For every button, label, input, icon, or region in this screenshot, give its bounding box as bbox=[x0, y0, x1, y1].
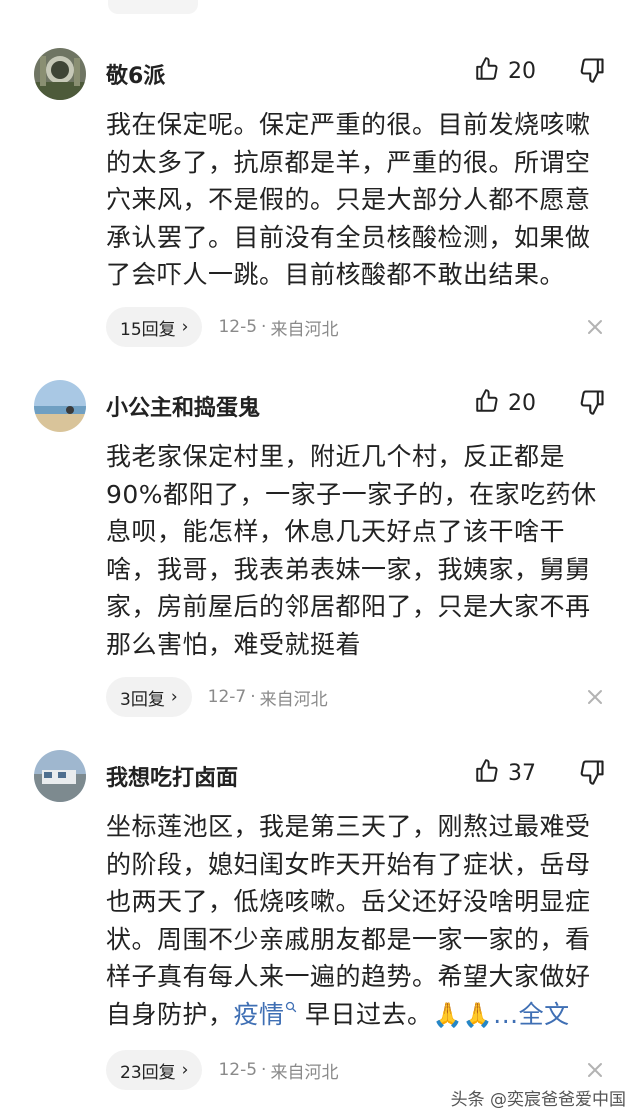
like-button[interactable]: 37 bbox=[474, 758, 536, 788]
chevron-right-icon: › bbox=[181, 317, 189, 337]
comment-text: 我在保定呢。保定严重的很。目前发烧咳嗽 的太多了，抗原都是羊，严重的很。所谓空 … bbox=[106, 106, 606, 294]
comment-location: 来自河北 bbox=[270, 319, 339, 340]
comment-line: 我在保定呢。保定严重的很。目前发烧咳嗽 bbox=[106, 110, 591, 139]
watermark: 头条 @奕宸爸爸爱中国 bbox=[450, 1090, 626, 1110]
comment-location: 来自河北 bbox=[259, 689, 328, 710]
thumbs-up-icon bbox=[474, 388, 500, 418]
comment-line: 承认罢了。目前没有全员核酸检测，如果做 bbox=[106, 222, 591, 252]
username[interactable]: 小公主和捣蛋鬼 bbox=[106, 390, 260, 422]
comment-line: 穴来风，不是假的。只是大部分人都不愿意 bbox=[106, 185, 591, 214]
folded-hands-emoji: 🙏🙏 bbox=[432, 1000, 494, 1029]
comment-meta: 3回复 › 12-7 · 来自河北 bbox=[106, 677, 328, 717]
username[interactable]: 我想吃打卤面 bbox=[106, 760, 238, 792]
separator-dot: · bbox=[261, 1060, 267, 1080]
comment-line: 的阶段，媳妇闺女昨天开始有了症状，岳母 bbox=[106, 849, 591, 879]
reply-count-button[interactable]: 3回复 › bbox=[106, 677, 192, 717]
comment-meta: 23回复 › 12-5 · 来自河北 bbox=[106, 1050, 338, 1090]
avatar[interactable] bbox=[34, 380, 86, 432]
comment-line: 家，房前屋后的邻居都阳了，只是大家不再 bbox=[106, 592, 591, 621]
comment-line: 坐标莲池区，我是第三天了，刚熬过最难受 bbox=[106, 812, 591, 841]
thumbs-up-icon bbox=[474, 56, 500, 86]
separator-dot: · bbox=[250, 687, 256, 707]
comment-date: 12-5 bbox=[218, 1060, 258, 1080]
thumbs-down-icon bbox=[578, 760, 606, 790]
avatar[interactable] bbox=[34, 48, 86, 100]
comment-line: 啥，我哥，我表弟表妹一家，我姨家，舅舅 bbox=[106, 554, 591, 584]
like-button[interactable]: 20 bbox=[474, 388, 536, 418]
comment-text: 坐标莲池区，我是第三天了，刚熬过最难受 的阶段，媳妇闺女昨天开始有了症状，岳母 … bbox=[106, 808, 606, 1034]
like-button[interactable]: 20 bbox=[474, 56, 536, 86]
dislike-button[interactable] bbox=[578, 758, 606, 786]
close-icon[interactable] bbox=[584, 686, 606, 708]
like-count: 37 bbox=[508, 760, 536, 786]
comment-date: 12-7 bbox=[207, 687, 247, 707]
avatar[interactable] bbox=[34, 750, 86, 802]
comment-line: 息呗，能怎样，休息几天好点了该干啥干 bbox=[106, 517, 566, 546]
separator-dot: · bbox=[261, 317, 267, 337]
like-count: 20 bbox=[508, 58, 536, 84]
thumbs-up-icon bbox=[474, 758, 500, 788]
chevron-right-icon: › bbox=[181, 1060, 189, 1080]
search-icon bbox=[285, 1002, 296, 1013]
comment-line: 状。周围不少亲戚朋友都是一家一家的，看 bbox=[106, 924, 591, 954]
comment-text: 我老家保定村里，附近几个村，反正都是 90%都阳了，一家子一家子的，在家吃药休 … bbox=[106, 438, 606, 663]
reply-count-label: 15回复 bbox=[120, 319, 176, 340]
username[interactable]: 敬6派 bbox=[106, 58, 165, 90]
comment-text-fragment: 早日过去。 bbox=[296, 999, 433, 1029]
comment-line: 的太多了，抗原都是羊，严重的很。所谓空 bbox=[106, 147, 591, 177]
comment-text-fragment: 自身防护， bbox=[106, 999, 234, 1029]
comment-line: 样子真有每人来一遍的趋势。希望大家做好 bbox=[106, 962, 591, 991]
like-count: 20 bbox=[508, 390, 536, 416]
comment-line: 了会吓人一跳。目前核酸都不敢出结果。 bbox=[106, 260, 566, 289]
chevron-right-icon: › bbox=[170, 687, 178, 707]
dislike-button[interactable] bbox=[578, 56, 606, 84]
reply-count-button[interactable]: 23回复 › bbox=[106, 1050, 203, 1090]
reply-count-button[interactable]: 15回复 › bbox=[106, 307, 203, 347]
topic-link-label: 疫情 bbox=[233, 999, 285, 1029]
comment-meta: 15回复 › 12-5 · 来自河北 bbox=[106, 307, 338, 347]
thumbs-down-icon bbox=[578, 58, 606, 88]
dislike-button[interactable] bbox=[578, 388, 606, 416]
comment-location: 来自河北 bbox=[270, 1062, 339, 1083]
comment-date: 12-5 bbox=[218, 317, 258, 337]
close-icon[interactable] bbox=[584, 316, 606, 338]
comment-line: 也两天了，低烧咳嗽。岳父还好没啥明显症 bbox=[106, 887, 591, 916]
reply-count-label: 3回复 bbox=[120, 689, 165, 710]
comment-line: 90%都阳了，一家子一家子的，在家吃药休 bbox=[106, 479, 597, 509]
comment-last-line: 自身防护，疫情 早日过去。🙏🙏...全文 bbox=[106, 996, 606, 1035]
read-more-link[interactable]: ...全文 bbox=[493, 1000, 569, 1029]
comment-line: 那么害怕，难受就挺着 bbox=[106, 629, 362, 659]
topic-link[interactable]: 疫情 bbox=[234, 1000, 297, 1029]
comment-line: 我老家保定村里，附近几个村，反正都是 bbox=[106, 442, 566, 471]
previous-reply-pill-fragment bbox=[108, 0, 198, 14]
close-icon[interactable] bbox=[584, 1059, 606, 1081]
thumbs-down-icon bbox=[578, 390, 606, 420]
reply-count-label: 23回复 bbox=[120, 1062, 176, 1083]
